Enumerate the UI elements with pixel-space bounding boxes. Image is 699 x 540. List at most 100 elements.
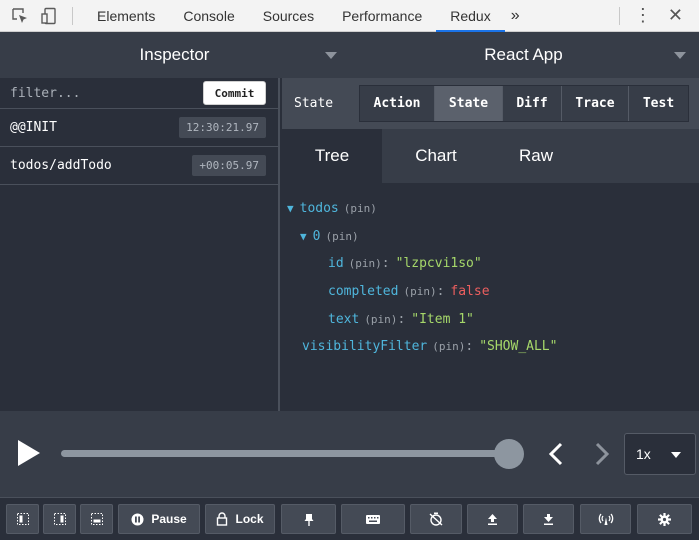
next-action-icon[interactable] — [592, 439, 612, 469]
play-icon[interactable] — [18, 440, 40, 466]
pin-link[interactable]: (pin) — [364, 313, 397, 326]
pause-label: Pause — [151, 512, 187, 526]
playback-speed-value: 1x — [636, 446, 651, 462]
tab-test[interactable]: Test — [629, 86, 688, 121]
download-icon — [543, 513, 554, 525]
instance-select[interactable]: React App — [349, 32, 698, 78]
pin-link[interactable]: (pin) — [432, 340, 465, 353]
timeline-thumb[interactable] — [494, 439, 524, 469]
inspector-label: State — [294, 96, 334, 111]
state-tree: ▼ todos (pin) ▼ 0 (pin) id (pin) : "lzpc… — [282, 183, 699, 361]
subtab-tree[interactable]: Tree — [282, 129, 382, 183]
filter-input[interactable]: filter... — [0, 86, 203, 101]
tree-value: "lzpcvi1so" — [395, 256, 482, 272]
tree-colon: : — [397, 311, 406, 327]
monitor-select[interactable]: Inspector — [0, 32, 349, 78]
expand-arrow-icon[interactable]: ▼ — [287, 202, 294, 215]
bottom-toolbar: Pause Lock — [0, 497, 699, 540]
tab-diff[interactable]: Diff — [503, 86, 562, 121]
dispatcher-button[interactable] — [410, 504, 462, 534]
tree-leaf-text: text (pin) : "Item 1" — [282, 305, 699, 333]
instance-select-label: React App — [484, 45, 563, 64]
close-icon[interactable]: ✕ — [668, 5, 683, 26]
pin-link[interactable]: (pin) — [344, 202, 377, 215]
tree-node-todos[interactable]: ▼ todos (pin) — [282, 195, 699, 223]
subtab-raw[interactable]: Raw — [490, 129, 582, 183]
dock-left-icon — [16, 513, 29, 525]
keyboard-icon — [366, 514, 380, 524]
timer-off-icon — [429, 512, 443, 526]
action-name: @@INIT — [10, 120, 57, 135]
tree-key: 0 — [312, 228, 321, 244]
action-time: 12:30:21.97 — [179, 117, 266, 138]
tab-console[interactable]: Console — [169, 0, 248, 32]
action-name: todos/addTodo — [10, 158, 112, 173]
tree-node-index[interactable]: ▼ 0 (pin) — [282, 223, 699, 251]
tree-key: id — [328, 256, 344, 272]
pin-icon — [304, 513, 314, 526]
kebab-menu-icon[interactable]: ⋮ — [634, 5, 652, 26]
action-time: +00:05.97 — [192, 155, 266, 176]
tree-colon: : — [436, 284, 445, 300]
playback-speed-select[interactable]: 1x — [624, 433, 696, 475]
action-item[interactable]: todos/addTodo +00:05.97 — [0, 147, 278, 185]
commit-button[interactable]: Commit — [203, 81, 266, 105]
tab-action[interactable]: Action — [360, 86, 435, 121]
tree-leaf-id: id (pin) : "lzpcvi1so" — [282, 250, 699, 278]
tab-elements[interactable]: Elements — [83, 0, 169, 32]
lock-label: Lock — [235, 512, 264, 526]
remote-button[interactable] — [580, 504, 631, 534]
inspect-element-icon[interactable] — [10, 6, 30, 26]
pause-icon — [131, 513, 144, 526]
tree-key: completed — [328, 284, 399, 300]
tab-redux[interactable]: Redux — [436, 0, 506, 32]
timeline-slider-bar: 1x — [0, 411, 699, 497]
expand-arrow-icon[interactable]: ▼ — [300, 230, 307, 243]
dock-bottom-icon — [90, 513, 103, 525]
caret-down-icon — [674, 52, 686, 59]
tab-sources[interactable]: Sources — [249, 0, 328, 32]
view-subtabs: Tree Chart Raw — [282, 129, 699, 183]
persist-button[interactable] — [281, 504, 336, 534]
dock-bottom-button[interactable] — [80, 504, 113, 534]
tree-leaf-visibility-filter: visibilityFilter (pin) : "SHOW_ALL" — [282, 333, 699, 361]
previous-action-icon[interactable] — [546, 439, 566, 469]
tab-performance[interactable]: Performance — [328, 0, 436, 32]
caret-down-icon — [671, 452, 681, 458]
devtools-toolbar: Elements Console Sources Performance Red… — [0, 0, 699, 32]
pause-button[interactable]: Pause — [118, 504, 200, 534]
device-toolbar-icon[interactable] — [40, 6, 60, 26]
dock-left-button[interactable] — [6, 504, 39, 534]
instance-header: Inspector React App — [0, 32, 699, 78]
tree-leaf-completed: completed (pin) : false — [282, 278, 699, 306]
action-item[interactable]: @@INIT 12:30:21.97 — [0, 109, 278, 147]
caret-down-icon — [325, 52, 337, 59]
monitor-select-label: Inspector — [139, 45, 210, 64]
tree-value: "SHOW_ALL" — [479, 339, 558, 355]
lock-button[interactable]: Lock — [205, 504, 275, 534]
import-button[interactable] — [523, 504, 574, 534]
toolbar-divider — [618, 6, 620, 25]
tab-trace[interactable]: Trace — [562, 86, 629, 121]
subtab-chart[interactable]: Chart — [382, 129, 490, 183]
export-button[interactable] — [467, 504, 518, 534]
timeline-track[interactable] — [61, 450, 510, 457]
pin-link[interactable]: (pin) — [403, 285, 436, 298]
filter-row: filter... Commit — [0, 78, 278, 109]
tree-colon: : — [465, 339, 474, 355]
tab-state[interactable]: State — [435, 86, 503, 121]
keyboard-shortcuts-button[interactable] — [341, 504, 405, 534]
devtools-right-controls: ⋮ ✕ — [618, 5, 699, 26]
chevron-double-right-icon[interactable]: » — [511, 7, 520, 25]
tree-key: text — [328, 311, 360, 327]
settings-button[interactable] — [637, 504, 692, 534]
tree-value: false — [450, 284, 490, 300]
pin-link[interactable]: (pin) — [325, 230, 358, 243]
tree-value: "Item 1" — [411, 311, 474, 327]
pin-link[interactable]: (pin) — [349, 257, 382, 270]
inspector-tab-group: Action State Diff Trace Test — [359, 85, 689, 122]
dock-right-button[interactable] — [43, 504, 76, 534]
upload-icon — [487, 513, 498, 525]
toolbar-divider — [72, 6, 73, 25]
tree-key: todos — [299, 201, 339, 217]
